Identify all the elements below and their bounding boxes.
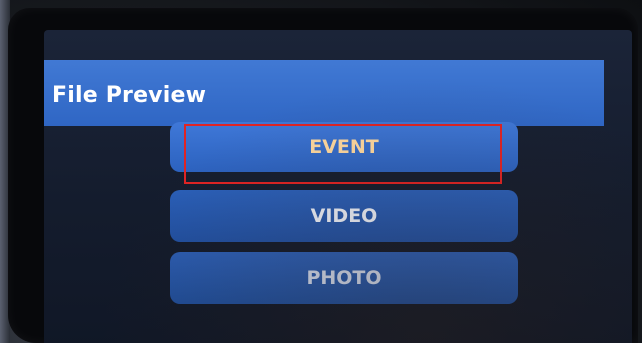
- selection-highlight-box: [184, 124, 502, 184]
- page-title: File Preview: [52, 82, 207, 108]
- camera-photo: File Preview EVENT VIDEO PHOTO: [0, 0, 642, 343]
- device-screen: File Preview EVENT VIDEO PHOTO: [44, 30, 632, 343]
- device-bezel: File Preview EVENT VIDEO PHOTO: [8, 8, 638, 343]
- photo-button-label: PHOTO: [306, 267, 382, 289]
- photo-button[interactable]: PHOTO: [170, 252, 518, 304]
- title-bar: File Preview: [44, 60, 604, 126]
- video-button[interactable]: VIDEO: [170, 190, 518, 242]
- video-button-label: VIDEO: [310, 205, 378, 227]
